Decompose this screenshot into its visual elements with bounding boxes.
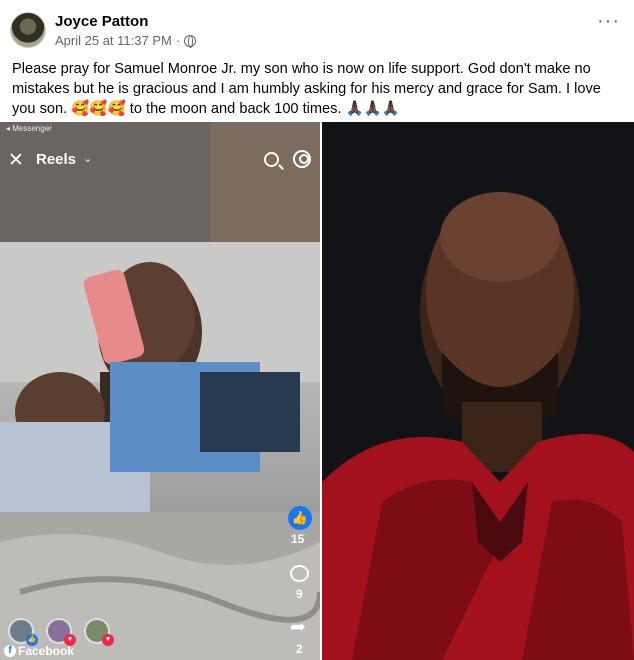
share-count: 2 (296, 642, 303, 656)
facebook-logo-icon: f (4, 645, 16, 657)
more-options-icon[interactable]: ··· (597, 11, 620, 31)
hospital-scene-illustration (0, 122, 320, 660)
like-icon[interactable]: 👍 (288, 506, 312, 530)
post-meta: April 25 at 11:37 PM · (55, 33, 197, 48)
post-header: Joyce Patton April 25 at 11:37 PM · ··· (0, 0, 634, 56)
facebook-watermark: f Facebook (4, 644, 74, 658)
comment-icon[interactable] (290, 565, 309, 582)
globe-icon (184, 34, 197, 48)
photo-collage[interactable]: ◂ Messenger ✕ Reels ⌄ 👍 15 9 ➦ 2 👍 ♥ ♥ f… (0, 122, 634, 660)
post-date[interactable]: April 25 at 11:37 PM (55, 33, 172, 48)
reel-screenshot-photo[interactable]: ◂ Messenger ✕ Reels ⌄ 👍 15 9 ➦ 2 👍 ♥ ♥ f… (0, 122, 320, 660)
share-icon[interactable]: ➦ (290, 616, 306, 639)
search-icon[interactable] (264, 152, 279, 167)
profile-icon[interactable] (293, 150, 311, 168)
facebook-watermark-label: Facebook (18, 644, 75, 658)
chevron-down-icon[interactable]: ⌄ (83, 152, 92, 165)
author-avatar[interactable] (10, 12, 46, 48)
post-text: Please pray for Samuel Monroe Jr. my son… (12, 61, 601, 117)
meta-separator: · (175, 33, 181, 48)
portrait-illustration (322, 122, 634, 660)
messenger-back-link[interactable]: ◂ Messenger (6, 124, 52, 133)
close-icon[interactable]: ✕ (8, 149, 24, 172)
love-badge-icon: ♥ (102, 634, 114, 646)
comment-count: 9 (296, 587, 303, 601)
author-name[interactable]: Joyce Patton (55, 13, 148, 30)
like-count: 15 (291, 532, 305, 546)
portrait-photo[interactable] (322, 122, 634, 660)
reels-title[interactable]: Reels (36, 151, 76, 168)
